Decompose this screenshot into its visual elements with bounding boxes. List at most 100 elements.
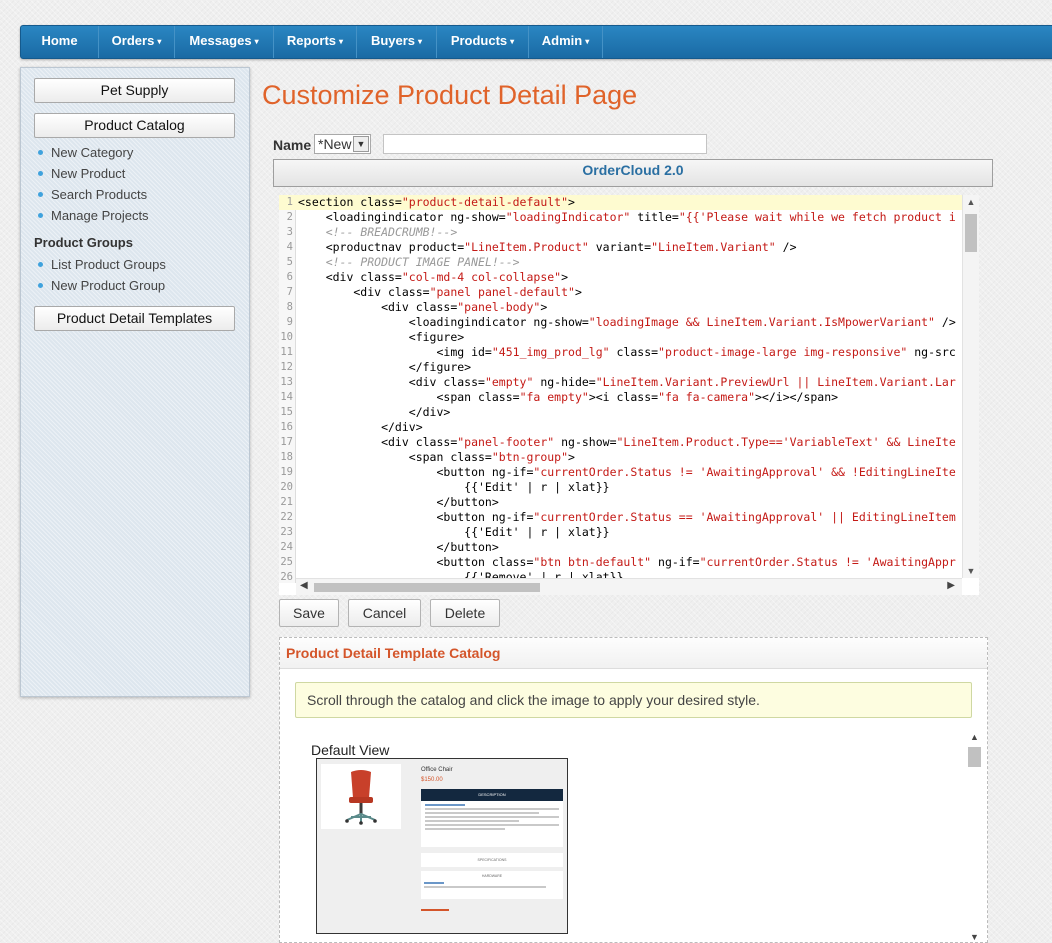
code-line: 24 </button>	[279, 540, 962, 555]
scroll-thumb[interactable]	[968, 747, 981, 767]
code-line: 19 <button ng-if="currentOrder.Status !=…	[279, 465, 962, 480]
code-token: <div class=	[298, 300, 458, 314]
code-token: <loadingindicator ng-show=	[298, 315, 589, 329]
code-editor[interactable]: 1 <section class="product-detail-default"…	[279, 195, 979, 595]
sidebar-item-label: Search Products	[51, 187, 148, 202]
sidebar-item-new-product-group[interactable]: New Product Group	[38, 275, 166, 296]
code-token: title=	[630, 210, 679, 224]
code-token: ng-show=	[554, 435, 617, 449]
code-text: <loadingindicator ng-show="loadingImage …	[298, 315, 956, 330]
sidebar-item-new-product[interactable]: New Product	[38, 163, 149, 184]
preview-hardware-tab: HARDWARE	[481, 874, 503, 878]
bullet-icon	[38, 171, 43, 176]
catalog-heading: Product Detail Template Catalog	[280, 638, 987, 669]
code-token: <section class=	[298, 195, 402, 209]
line-number: 21	[280, 496, 293, 508]
code-token: </button>	[298, 540, 499, 554]
scroll-left-icon[interactable]: ◀	[300, 580, 308, 591]
code-token: />	[934, 315, 956, 329]
save-button[interactable]: Save	[279, 599, 339, 627]
text-line	[421, 909, 450, 911]
catalog-vertical-scrollbar[interactable]: ▲ ▼	[966, 732, 983, 942]
code-token: variant=	[588, 240, 652, 254]
code-token: "empty"	[484, 375, 534, 389]
code-token: ng-hide=	[533, 375, 596, 389]
scroll-up-icon[interactable]: ▲	[966, 732, 983, 742]
name-input[interactable]	[383, 134, 707, 154]
code-token: <button class=	[298, 555, 534, 569]
code-token: <img id=	[298, 345, 492, 359]
scroll-right-icon[interactable]: ▶	[947, 580, 955, 591]
scroll-down-icon[interactable]: ▼	[966, 932, 983, 942]
code-token: "panel-footer"	[457, 435, 555, 449]
nav-orders[interactable]: Orders ▾	[99, 26, 175, 58]
sidebar-item-new-category[interactable]: New Category	[38, 142, 149, 163]
delete-button[interactable]: Delete	[430, 599, 500, 627]
code-token: "currentOrder.Status != 'AwaitingApprova…	[533, 465, 956, 479]
line-number: 20	[280, 481, 293, 493]
vertical-scrollbar[interactable]: ▲ ▼	[962, 195, 979, 578]
nav-messages[interactable]: Messages ▾	[175, 26, 274, 58]
code-token: ng-if=	[651, 555, 700, 569]
scroll-up-icon[interactable]: ▲	[963, 197, 979, 207]
code-token: "btn btn-default"	[533, 555, 652, 569]
code-line: 9 <loadingindicator ng-show="loadingImag…	[279, 315, 962, 330]
code-line: 8 <div class="panel-body">	[279, 300, 962, 315]
code-text: <button ng-if="currentOrder.Status == 'A…	[298, 510, 955, 525]
horizontal-scrollbar[interactable]: ◀ ▶	[296, 578, 962, 595]
pet-supply-button[interactable]: Pet Supply	[34, 78, 235, 103]
code-token: </div>	[298, 405, 451, 419]
preview-price: $150.00	[421, 777, 443, 783]
scroll-thumb[interactable]	[965, 214, 977, 252]
nav-home[interactable]: Home	[21, 26, 99, 58]
code-token: "loadingImage && LineItem.Variant.IsMpow…	[588, 315, 935, 329]
preview-specifications-tab: SPECIFICATIONS	[421, 853, 563, 867]
nav-buyers[interactable]: Buyers ▾	[357, 26, 437, 58]
top-navbar: Home Orders ▾ Messages ▾ Reports ▾ Buyers ▾ …	[20, 25, 1052, 59]
product-groups-heading: Product Groups	[34, 235, 133, 250]
code-token: class=	[609, 345, 659, 359]
catalog-instruction-note: Scroll through the catalog and click the…	[295, 682, 972, 718]
line-number: 12	[280, 361, 293, 373]
nav-products[interactable]: Products ▾	[437, 26, 529, 58]
code-token: "fa fa-camera"	[658, 390, 755, 404]
code-line: 5 <!-- PRODUCT IMAGE PANEL!-->	[279, 255, 962, 270]
nav-reports[interactable]: Reports ▾	[274, 26, 357, 58]
code-token: >	[568, 195, 575, 209]
code-token: />	[775, 240, 797, 254]
chevron-down-icon: ▾	[418, 37, 423, 46]
code-text: <div class="panel-body">	[298, 300, 547, 315]
code-token: <figure>	[298, 330, 465, 344]
nav-label: Products	[450, 33, 508, 48]
preview-description-body	[421, 801, 563, 847]
bullet-icon	[38, 213, 43, 218]
text-line	[425, 812, 539, 814]
chevron-down-icon: ▾	[157, 37, 162, 46]
product-detail-templates-button[interactable]: Product Detail Templates	[34, 306, 235, 331]
name-select[interactable]: *New ▼	[314, 134, 371, 154]
product-catalog-button[interactable]: Product Catalog	[34, 113, 235, 138]
text-line	[425, 808, 559, 810]
default-view-template-thumbnail[interactable]: Office Chair $150.00 DESCRIPTION SPECIFI…	[316, 758, 568, 934]
sidebar-item-manage-projects[interactable]: Manage Projects	[38, 205, 149, 226]
scroll-down-icon[interactable]: ▼	[963, 566, 979, 576]
code-line: 2 <loadingindicator ng-show="loadingIndi…	[279, 210, 962, 225]
sidebar-item-list-product-groups[interactable]: List Product Groups	[38, 254, 166, 275]
code-token: <span class=	[298, 390, 520, 404]
scroll-thumb[interactable]	[314, 583, 540, 592]
code-token: ><i class=	[588, 390, 659, 404]
code-line: 4 <productnav product="LineItem.Product"…	[279, 240, 962, 255]
page-title: Customize Product Detail Page	[262, 80, 638, 110]
chevron-down-icon: ▾	[510, 37, 515, 46]
nav-label: Admin	[541, 33, 583, 48]
sidebar-item-search-products[interactable]: Search Products	[38, 184, 149, 205]
code-token: "LineItem.Product.Type=='VariableText' &…	[616, 435, 956, 449]
code-token: "currentOrder.Status != 'AwaitingAppr	[699, 555, 956, 569]
text-line	[425, 816, 559, 818]
nav-admin[interactable]: Admin ▾	[529, 26, 603, 58]
code-token: "panel panel-default"	[429, 285, 575, 299]
name-label: Name	[273, 137, 312, 153]
line-number: 14	[280, 391, 293, 403]
cancel-button[interactable]: Cancel	[348, 599, 421, 627]
